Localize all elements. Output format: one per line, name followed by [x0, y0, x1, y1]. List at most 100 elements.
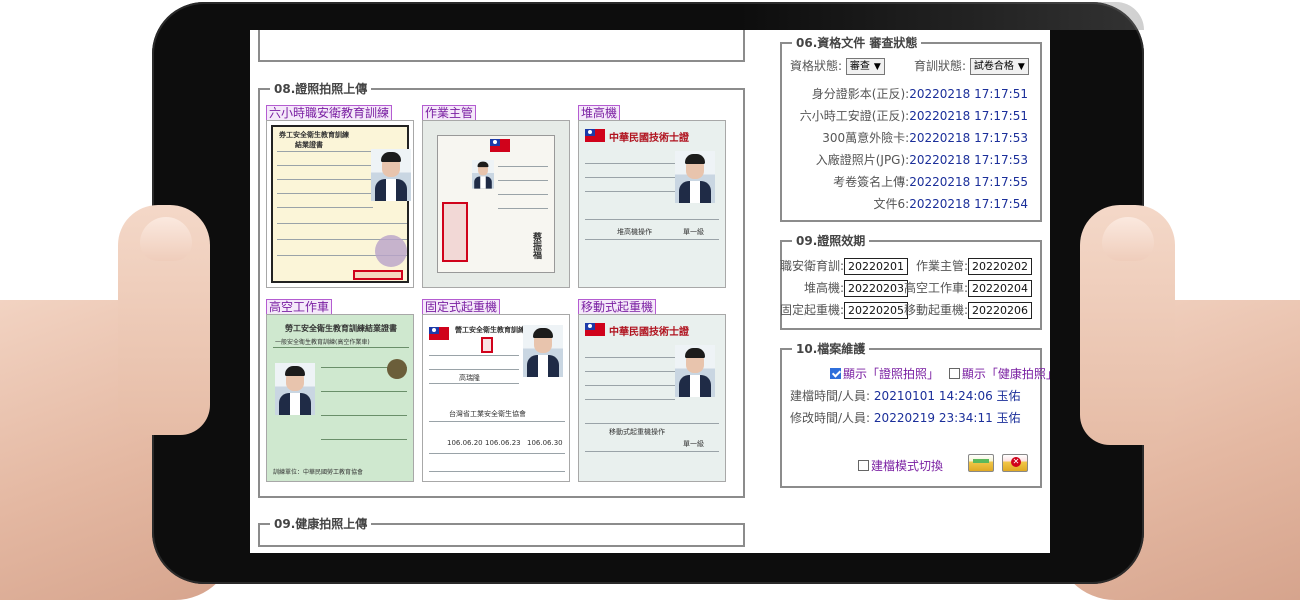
card4-stamp — [387, 359, 407, 379]
card6-name: 移動式起重機操作 — [609, 428, 665, 436]
training-label: 育訓狀態: — [914, 59, 967, 73]
doc-row-value[interactable]: 20220218 17:17:51 — [909, 109, 1028, 123]
doc-row: 身分證影本(正反):20220218 17:17:51 — [812, 86, 1028, 102]
cert-cell-aerial[interactable]: 高空工作車 勞工安全衛生教育訓練結業證書 一般安全衛生教育訓練(高空作業車) 訓… — [266, 296, 416, 482]
cert-card-supervisor[interactable]: 蔡振福 — [422, 120, 570, 288]
created-label: 建檔時間/人員: — [790, 389, 871, 403]
health-photo-title: 09.健康拍照上傳 — [270, 516, 372, 532]
chevron-down-icon: ▼ — [1017, 62, 1025, 72]
cert-card-aerial[interactable]: 勞工安全衛生教育訓練結業證書 一般安全衛生教育訓練(高空作業車) 訓練單位：中華… — [266, 314, 414, 482]
card5-name: 高瑞隆 — [459, 374, 480, 382]
doc-row-value[interactable]: 20220218 17:17:55 — [909, 175, 1028, 189]
card4-portrait — [275, 363, 315, 415]
cert-photo-fieldset: 08.證照拍照上傳 六小時職安衛教育訓練 券工安全衛生教育訓練 結業證書 作業主… — [258, 81, 745, 498]
doc-row-value[interactable]: 20220218 17:17:54 — [909, 197, 1028, 211]
cert-photo-title: 08.證照拍照上傳 — [270, 81, 372, 97]
cert-card-forklift[interactable]: 中華民國技術士證 堆高機操作 單一級 — [578, 120, 726, 288]
doc-row-label: 文件6: — [873, 197, 910, 211]
validity-label: 移動起重機: — [903, 303, 968, 317]
validity-date-input[interactable]: 20220205 — [844, 302, 908, 319]
show-cert-photo-label[interactable]: 顯示「證照拍照」 — [843, 367, 939, 381]
doc-row-value[interactable]: 20220218 17:17:51 — [909, 87, 1028, 101]
card4-footer: 訓練單位：中華民國勞工教育協會 — [273, 469, 364, 476]
doc-row-label: 300萬意外險卡: — [822, 131, 910, 145]
doc-row: 六小時工安證(正反):20220218 17:17:51 — [800, 108, 1028, 124]
doc-row: 考卷簽名上傳:20220218 17:17:55 — [833, 174, 1028, 190]
validity-date-input[interactable]: 20220201 — [844, 258, 908, 275]
card3-flag-icon — [585, 129, 605, 142]
doc-row: 入廠證照片(JPG):20220218 17:17:53 — [816, 152, 1028, 168]
tablet-gloss — [740, 2, 1144, 30]
doc-row-label: 身分證影本(正反): — [811, 87, 910, 101]
doc-row: 文件6:20220218 17:17:54 — [874, 196, 1028, 212]
cert-cell-supervisor[interactable]: 作業主管 蔡振福 — [422, 102, 572, 288]
doc-row-value[interactable]: 20220218 17:17:53 — [909, 153, 1028, 167]
card2-name: 蔡振福 — [531, 232, 541, 259]
training-value: 試卷合格 — [973, 61, 1014, 72]
cert-card-fixed-crane[interactable]: 營工安全衛生教育訓練 高瑞隆 台灣省工業安全衛生協會 106.06.20 106… — [422, 314, 570, 482]
qualification-label: 資格狀態: — [790, 59, 843, 73]
card2-seal — [442, 202, 468, 262]
doc-row-value[interactable]: 20220218 17:17:53 — [909, 131, 1028, 145]
card4-sub: 一般安全衛生教育訓練(高空作業車) — [275, 339, 370, 346]
card6-flag-icon — [585, 323, 605, 336]
tablet-screen: 08.證照拍照上傳 六小時職安衛教育訓練 券工安全衛生教育訓練 結業證書 作業主… — [250, 30, 1050, 553]
modified-value: 20220219 23:34:11 玉佑 — [873, 411, 1021, 425]
show-health-photo-checkbox[interactable] — [948, 368, 960, 379]
card6-portrait — [675, 345, 715, 397]
cert-card-six-hour[interactable]: 券工安全衛生教育訓練 結業證書 — [266, 120, 414, 288]
qualification-value: 審查 — [849, 61, 870, 72]
validity-label: 高空工作車: — [903, 281, 968, 295]
validity-date-input[interactable]: 20220204 — [968, 280, 1032, 297]
card1-title: 券工安全衛生教育訓練 — [279, 131, 349, 139]
validity-date-input[interactable]: 20220206 — [968, 302, 1032, 319]
left-thumb — [118, 205, 210, 435]
cert-card-mobile-crane[interactable]: 中華民國技術士證 移動式起重機操作 單一級 — [578, 314, 726, 482]
card3-name: 堆高機操作 — [617, 228, 652, 236]
file-maintenance-fieldset: 10.檔案維護 顯示「證照拍照」 顯示「健康拍照」 建檔時間/人員: 20210… — [780, 341, 1050, 488]
card5-date-b: 106.06.23 — [485, 439, 521, 447]
doc-row-label: 考卷簽名上傳: — [833, 175, 910, 189]
validity-label: 作業主管: — [915, 259, 968, 273]
show-health-photo-label[interactable]: 顯示「健康拍照」 — [962, 367, 1050, 381]
folder-save-icon[interactable] — [968, 454, 994, 472]
card3-title: 中華民國技術士證 — [609, 133, 689, 144]
card5-portrait — [523, 325, 563, 377]
card1-portrait — [371, 149, 411, 201]
doc-row-label: 六小時工安證(正反): — [799, 109, 910, 123]
doc-status-title: 06.資格文件 審查狀態 — [792, 35, 922, 51]
doc-status-fieldset: 06.資格文件 審查狀態 資格狀態: 審查 ▼ 育訓狀態: 試卷合格 ▼ 身分證影本… — [780, 35, 1042, 222]
validity-label: 堆高機: — [803, 281, 844, 295]
health-photo-fieldset: 09.健康拍照上傳 — [258, 516, 745, 547]
card5-title: 營工安全衛生教育訓練 — [455, 326, 525, 334]
validity-label: 固定起重機: — [779, 303, 844, 317]
cert-cell-forklift[interactable]: 堆高機 中華民國技術士證 堆高機操作 單一級 — [578, 102, 728, 288]
card5-date-c: 106.06.30 — [527, 439, 563, 447]
validity-label: 職安衛育訓: — [779, 259, 844, 273]
created-value: 20210101 14:24:06 玉佑 — [873, 389, 1021, 403]
show-cert-photo-checkbox[interactable] — [830, 368, 841, 379]
card5-date-a: 106.06.20 — [447, 439, 483, 447]
card1-seal — [353, 270, 403, 280]
training-select[interactable]: 試卷合格 ▼ — [969, 58, 1029, 75]
cert-cell-fixed-crane[interactable]: 固定式起重機 營工安全衛生教育訓練 高瑞隆 台灣省工業安全衛生協會 106.06… — [422, 296, 572, 482]
doc-row-label: 入廠證照片(JPG): — [815, 153, 910, 167]
card5-mid: 台灣省工業安全衛生協會 — [449, 410, 526, 418]
delete-folder-icon[interactable]: ✕ — [1002, 454, 1028, 472]
cert-cell-six-hour[interactable]: 六小時職安衛教育訓練 券工安全衛生教育訓練 結業證書 — [266, 102, 416, 288]
validity-date-input[interactable]: 20220202 — [968, 258, 1032, 275]
cert-validity-fieldset: 09.證照效期 職安衛育訓: 20220201 作業主管: 20220202 堆高機… — [779, 233, 1042, 330]
mode-switch-checkbox[interactable] — [858, 460, 869, 471]
right-thumb — [1080, 205, 1175, 445]
card6-grade: 單一級 — [683, 440, 704, 448]
card5-flag-icon — [429, 327, 449, 340]
card2-portrait — [472, 160, 494, 189]
chevron-down-icon: ▼ — [873, 62, 881, 72]
mode-switch-label[interactable]: 建檔模式切換 — [871, 459, 943, 473]
card2-flag-icon — [490, 139, 510, 152]
qualification-select[interactable]: 審查 ▼ — [845, 58, 885, 75]
validity-date-input[interactable]: 20220203 — [844, 280, 908, 297]
top-fieldset — [258, 30, 745, 62]
cert-cell-mobile-crane[interactable]: 移動式起重機 中華民國技術士證 移動式起重機操作 單一級 — [578, 296, 728, 482]
modified-label: 修改時間/人員: — [790, 411, 871, 425]
